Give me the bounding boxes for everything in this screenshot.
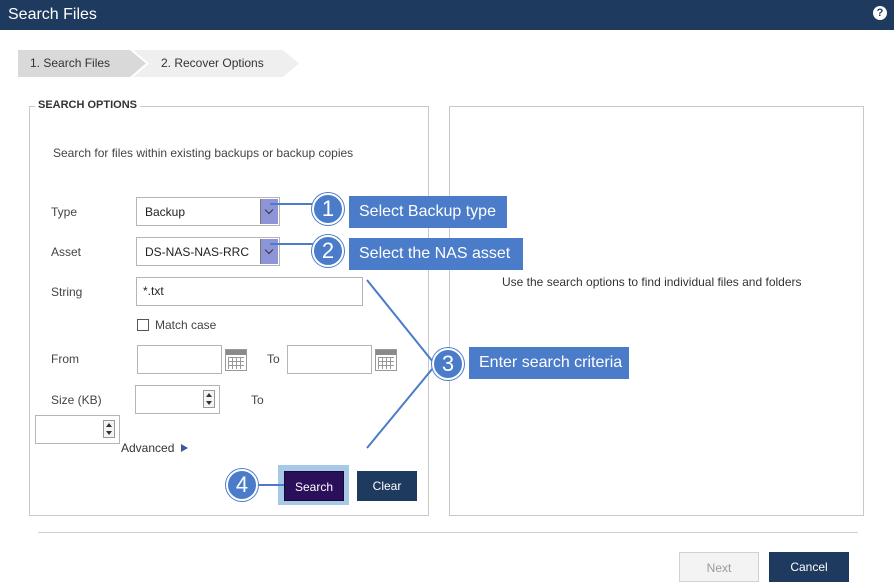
callout-3-line-b <box>366 367 434 449</box>
callout-2-text: Select the NAS asset <box>349 238 523 270</box>
callout-connectors <box>256 203 434 486</box>
callout-1-text: Select Backup type <box>349 196 507 228</box>
callout-3-line-a <box>366 279 434 363</box>
callout-3-number: 3 <box>432 348 464 380</box>
callout-2-number: 2 <box>312 235 344 267</box>
callout-4-number: 4 <box>226 469 258 501</box>
callout-3-text: Enter search criteria <box>469 347 629 379</box>
callout-1-number: 1 <box>312 193 344 225</box>
